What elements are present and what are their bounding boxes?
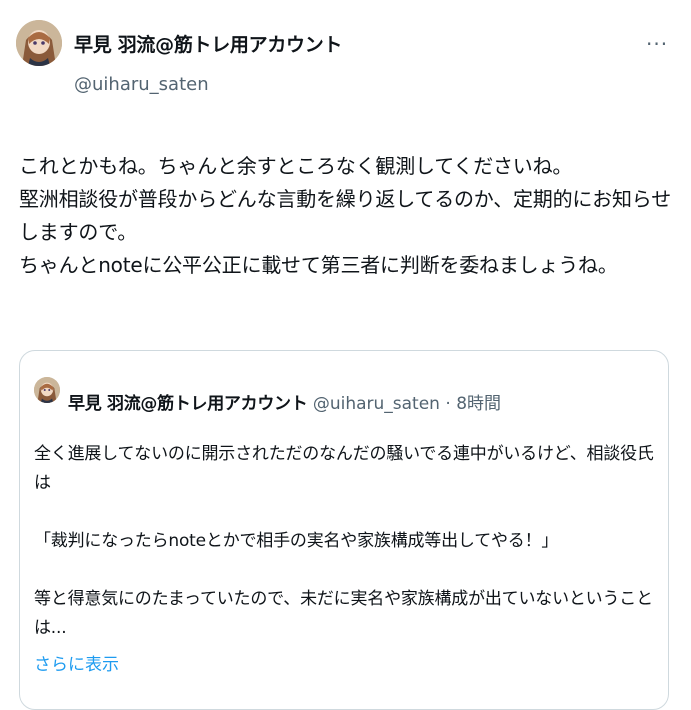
quoted-author-name: 早見 羽流@筋トレ用アカウント — [68, 394, 308, 414]
author-name[interactable]: 早見 羽流@筋トレ用アカウント — [74, 30, 342, 57]
quoted-time: 8時間 — [456, 394, 502, 414]
quoted-avatar — [34, 377, 60, 403]
author-handle[interactable]: @uiharu_saten — [74, 74, 209, 95]
quoted-separator: · — [439, 394, 457, 414]
show-more-link[interactable]: さらに表示 — [34, 650, 119, 675]
quoted-text: 全く進展してないのに開示されただのなんだの騒いでる連中がいるけど、相談役氏は 「… — [34, 444, 654, 638]
tweet-text: これとかもね。ちゃんと余すところなく観測してくださいね。 堅洲相談役が普段からど… — [19, 154, 671, 277]
quoted-header: 早見 羽流@筋トレ用アカウント @uiharu_saten · 8時間 — [68, 389, 501, 414]
avatar[interactable] — [16, 20, 62, 66]
more-dots-icon[interactable]: ··· — [646, 32, 668, 56]
quoted-author-handle: @uiharu_saten — [312, 394, 440, 414]
